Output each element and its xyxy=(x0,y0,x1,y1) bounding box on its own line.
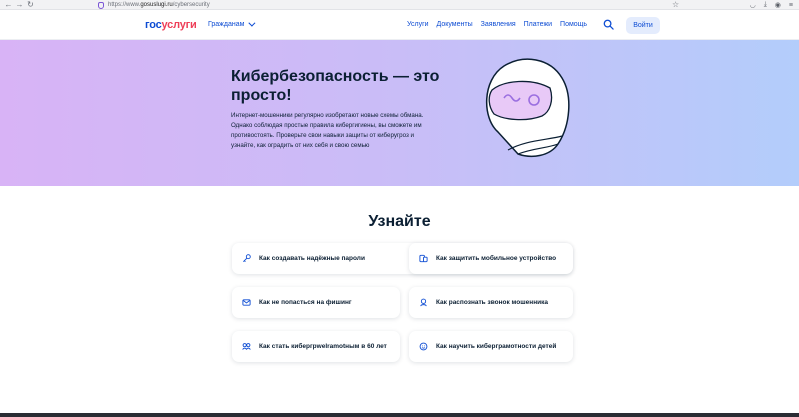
tracking-protection-icon[interactable] xyxy=(98,1,104,9)
nav-services[interactable]: Услуги xyxy=(407,21,429,28)
card-label: Как создавать надёжные пароли xyxy=(259,255,365,262)
url-text: https://www.gosuslugi.ru/cyberseсurity xyxy=(108,2,210,8)
login-button[interactable]: Войти xyxy=(626,17,660,34)
gosuslugi-logo[interactable]: госуслуги xyxy=(145,19,197,31)
bookmark-star-icon[interactable]: ☆ xyxy=(672,0,679,10)
download-icon[interactable]: ⤓ xyxy=(764,1,767,9)
menu-icon[interactable]: ≡ xyxy=(789,2,793,9)
main-nav: Услуги Документы Заявления Платежи Помощ… xyxy=(407,21,595,28)
child-icon xyxy=(419,342,428,351)
search-icon[interactable] xyxy=(603,19,614,30)
key-icon xyxy=(243,254,251,263)
browser-toolbar: ← → ↻ https://www.gosuslugi.ru/cyberseсu… xyxy=(0,0,799,10)
taskbar-edge xyxy=(0,413,799,417)
card-fraud-call[interactable]: Как распознать звонок мошенника xyxy=(409,287,573,318)
card-label: Как стать кибергрwelramotным в 60 лет xyxy=(259,343,387,350)
chevron-down-icon xyxy=(248,19,256,27)
citizens-label: Гражданам xyxy=(208,21,245,28)
nav-payments[interactable]: Платежи xyxy=(524,21,552,28)
hero-title: Кибербезопасность — это просто! xyxy=(231,68,440,104)
back-icon[interactable]: ← xyxy=(3,0,14,10)
card-mobile-protection[interactable]: Как защитить мобильное устройство xyxy=(409,243,573,274)
card-label: Как распознать звонок мошенника xyxy=(436,299,548,306)
card-label: Как защитить мобильное устройство xyxy=(436,255,557,262)
fraud-call-icon xyxy=(420,298,427,307)
reload-icon[interactable]: ↻ xyxy=(25,0,36,10)
learn-section-title: Узнайте xyxy=(368,213,431,230)
address-bar[interactable]: https://www.gosuslugi.ru/cyberseсurity xyxy=(98,0,210,10)
hero-banner: Кибербезопасность — это просто! Интернет… xyxy=(0,40,799,186)
nav-documents[interactable]: Документы xyxy=(437,21,473,28)
site-header: госуслуги Гражданам Услуги Документы Зая… xyxy=(0,10,799,40)
pocket-icon[interactable]: ◡ xyxy=(750,1,756,9)
forward-icon[interactable]: → xyxy=(14,0,25,10)
card-seniors[interactable]: Как стать кибергрwelramotным в 60 лет xyxy=(232,331,400,362)
seniors-icon xyxy=(242,343,251,350)
card-label: Как научить киберграмотности детей xyxy=(436,343,557,350)
citizens-dropdown[interactable]: Гражданам xyxy=(208,19,256,28)
hero-description: Интернет-мошенники регулярно изобретают … xyxy=(231,112,424,149)
card-children[interactable]: Как научить киберграмотности детей xyxy=(409,331,573,362)
helmet-illustration xyxy=(486,58,570,157)
mobile-device-icon xyxy=(419,254,428,263)
phishing-icon xyxy=(242,299,251,306)
nav-applications[interactable]: Заявления xyxy=(481,21,516,28)
nav-help[interactable]: Помощь xyxy=(560,21,587,28)
account-icon[interactable]: ◉ xyxy=(775,1,781,9)
card-label: Как не попасться на фишинг xyxy=(259,299,352,306)
card-phishing[interactable]: Как не попасться на фишинг xyxy=(232,287,400,318)
